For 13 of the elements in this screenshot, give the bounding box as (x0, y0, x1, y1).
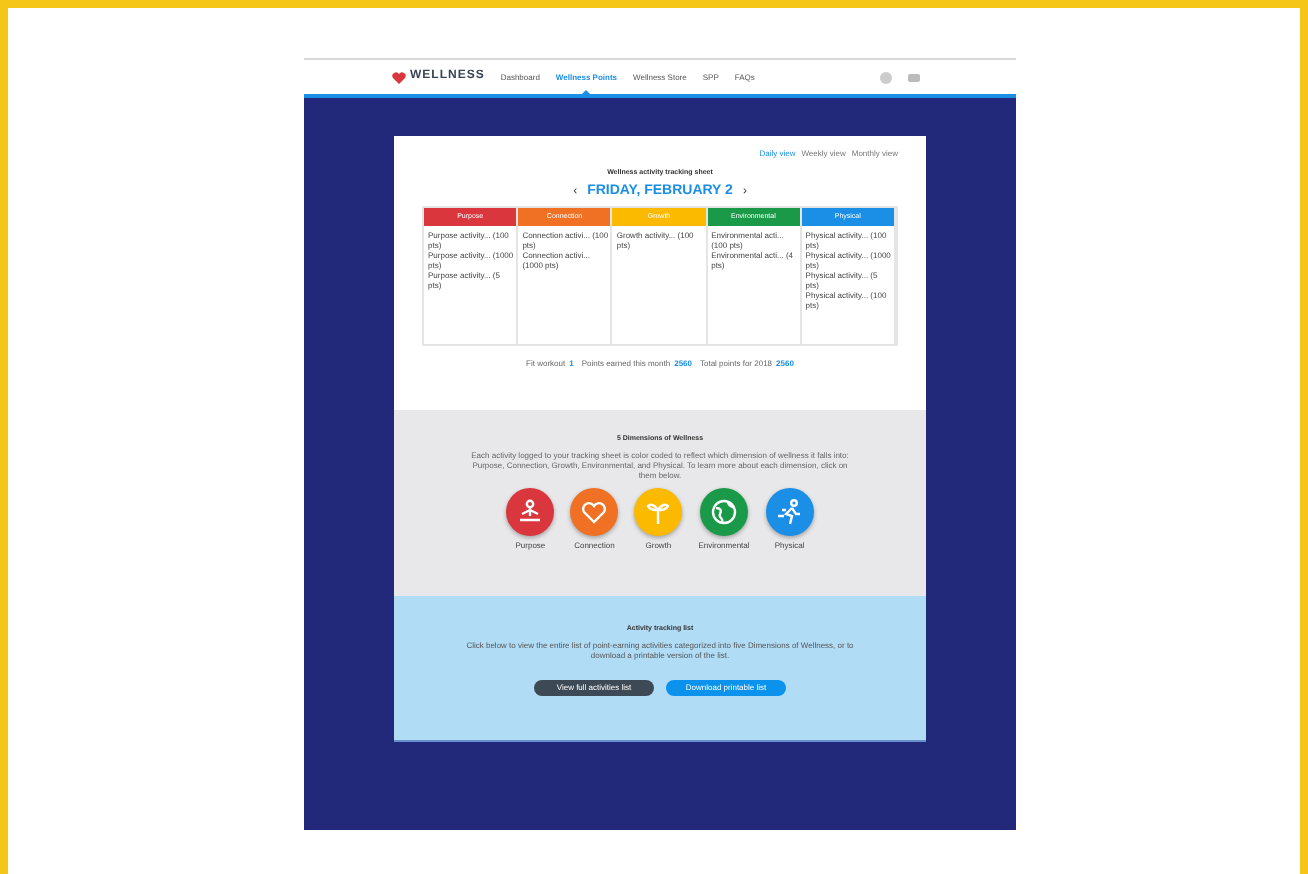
dimension-circle-button[interactable] (699, 488, 748, 537)
dimension-circle-button[interactable] (634, 488, 683, 537)
avatar[interactable] (880, 71, 892, 83)
heart-icon (580, 498, 609, 527)
dimension-circle-button[interactable] (765, 488, 814, 537)
globe-icon (709, 498, 738, 527)
runner-icon (775, 498, 804, 527)
meditation-icon (516, 498, 545, 527)
dimension-circle-button[interactable] (506, 488, 555, 537)
heart-logo-icon (392, 71, 406, 83)
sprout-icon (644, 498, 673, 527)
mail-icon[interactable] (908, 73, 920, 81)
dimension-circle-button[interactable] (570, 488, 619, 537)
